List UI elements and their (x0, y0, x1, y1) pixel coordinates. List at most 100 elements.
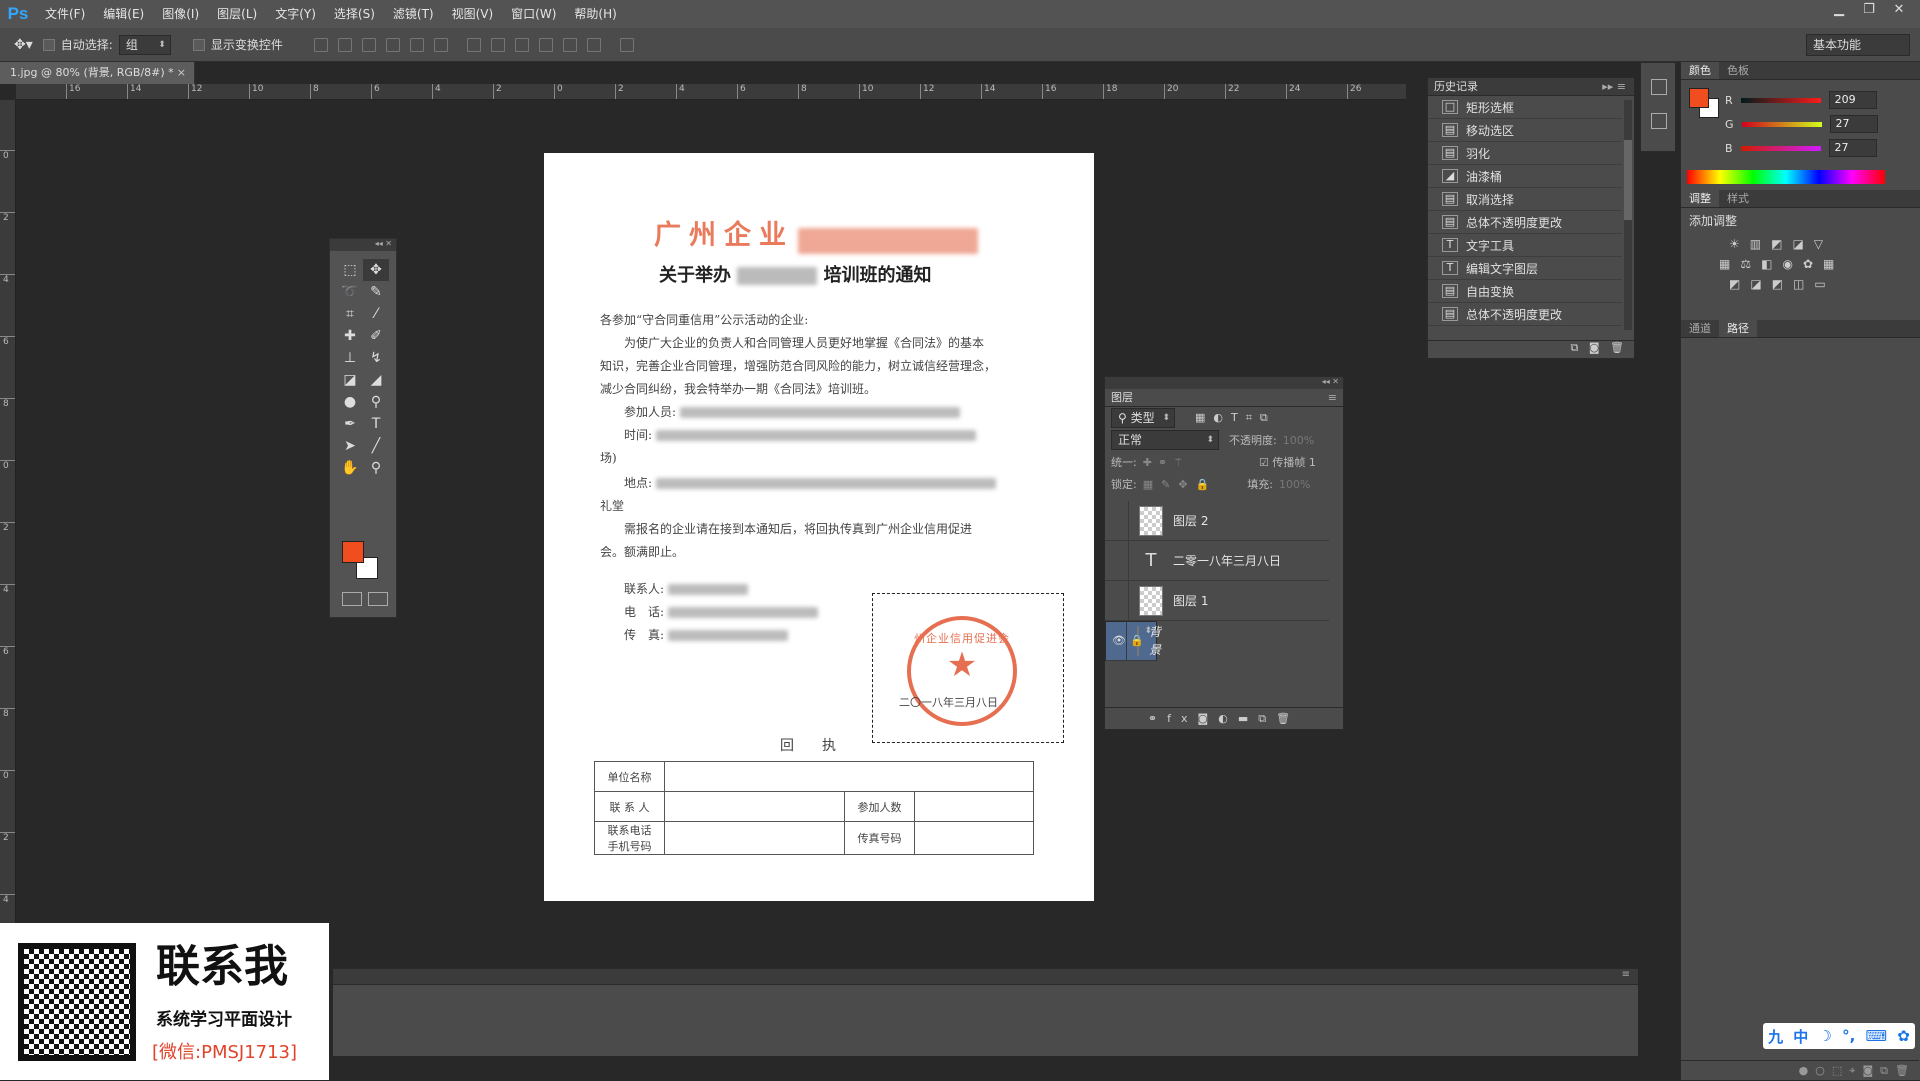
move-tool-icon[interactable]: ✥▾ (14, 37, 33, 53)
blend-mode-dropdown[interactable]: 正常 (1111, 430, 1219, 450)
tab-styles[interactable]: 样式 (1719, 190, 1757, 207)
foreground-color-swatch[interactable] (342, 541, 364, 563)
distribute-left-icon[interactable] (538, 37, 553, 52)
tab-channels[interactable]: 通道 (1681, 320, 1719, 337)
visibility-eye-icon[interactable] (1105, 540, 1129, 581)
tools-panel-header[interactable]: ◂◂ ✕ (330, 239, 396, 251)
threshold-icon[interactable]: ◩ (1772, 277, 1793, 291)
stroke-path-icon[interactable]: ○ (1815, 1064, 1825, 1077)
lock-icons[interactable]: ▦✎✥🔒 (1143, 478, 1218, 491)
exposure-icon[interactable]: ◪ (1792, 237, 1813, 251)
fill-input[interactable]: 100% (1279, 478, 1310, 491)
ime-button[interactable]: ⌨ (1865, 1027, 1887, 1045)
menu-item-1[interactable]: 编辑(E) (94, 0, 153, 28)
make-path-icon[interactable]: ⌖ (1849, 1064, 1855, 1077)
dodge-tool-icon[interactable]: ⚲ (363, 391, 389, 413)
green-value-input[interactable]: 27 (1829, 115, 1878, 133)
auto-align-icon[interactable] (619, 37, 634, 52)
load-selection-icon[interactable]: ⬚ (1832, 1064, 1842, 1077)
eyedropper-icon[interactable]: ⁄ (363, 303, 389, 325)
new-document-icon[interactable]: ⧉ (1570, 341, 1578, 354)
menu-item-0[interactable]: 文件(F) (36, 0, 94, 28)
history-item[interactable]: ▤ 总体不透明度更改 (1428, 211, 1622, 234)
minimize-button[interactable]: ▁ (1824, 0, 1854, 20)
tab-adjustments[interactable]: 调整 (1681, 190, 1719, 207)
path-select-icon[interactable]: ➤ (337, 435, 363, 457)
visibility-eye-icon[interactable]: 👁 (1112, 621, 1127, 661)
layer-filter-dropdown[interactable]: ⚲ 类型 (1111, 408, 1175, 428)
new-group-icon[interactable]: ▬ (1238, 712, 1258, 725)
blue-slider[interactable] (1740, 145, 1821, 151)
menu-item-3[interactable]: 图层(L) (208, 0, 266, 28)
align-right-icon[interactable] (433, 37, 448, 52)
channel-mixer-icon[interactable]: ✿ (1803, 257, 1823, 271)
layer-row[interactable]: 图层 1 (1105, 580, 1329, 621)
auto-select-checkbox[interactable] (42, 38, 55, 51)
history-item[interactable]: T 文字工具 (1428, 234, 1622, 257)
panel-menu-icon[interactable]: ≡ (1328, 389, 1337, 407)
show-transform-checkbox[interactable] (192, 38, 205, 51)
distribute-vcenter-icon[interactable] (490, 37, 505, 52)
red-value-input[interactable]: 209 (1828, 91, 1877, 109)
filter-icons[interactable]: ▦◐T⌗⧉ (1195, 411, 1276, 425)
distribute-hcenter-icon[interactable] (562, 37, 577, 52)
photo-filter-icon[interactable]: ◉ (1782, 257, 1802, 271)
visibility-eye-icon[interactable] (1105, 500, 1129, 541)
curves-icon[interactable]: ◩ (1771, 237, 1792, 251)
distribute-right-icon[interactable] (586, 37, 601, 52)
history-item[interactable]: ▤ 自由变换 (1428, 280, 1622, 303)
paint-bucket-icon[interactable]: ◢ (363, 369, 389, 391)
ime-toolbar[interactable]: 九中 ☽ °, ⌨ ✿ (1763, 1023, 1915, 1049)
blur-tool-icon[interactable]: ● (337, 391, 363, 413)
panel-menu-icon[interactable]: ≡ (333, 969, 1638, 985)
marquee-tool-icon[interactable]: ⬚ (337, 259, 363, 281)
properties-panel-icon[interactable] (1651, 113, 1667, 129)
type-tool-icon[interactable]: T (363, 413, 389, 435)
move-tool-icon[interactable]: ✥ (363, 259, 389, 281)
gradient-map-icon[interactable]: ▭ (1814, 277, 1835, 291)
history-item[interactable]: ▤ 取消选择 (1428, 188, 1622, 211)
ime-button[interactable]: 九 (1768, 1026, 1783, 1047)
zoom-tool-icon[interactable]: ⚲ (363, 457, 389, 479)
add-mask-icon[interactable]: ◙ (1198, 712, 1219, 725)
history-panel-icon[interactable] (1651, 79, 1667, 95)
layer-row[interactable]: 图层 2 (1105, 500, 1329, 541)
foreground-color-swatch[interactable] (1689, 88, 1709, 108)
layer-row[interactable]: T 二零一八年三月八日 (1105, 540, 1329, 581)
layer-row[interactable]: 👁 背景 🔒 (1105, 621, 1161, 661)
menu-item-5[interactable]: 选择(S) (325, 0, 384, 28)
restore-button[interactable]: ❐ (1854, 0, 1884, 20)
align-vcenter-icon[interactable] (337, 37, 352, 52)
red-slider[interactable] (1740, 97, 1821, 103)
align-hcenter-icon[interactable] (409, 37, 424, 52)
history-item[interactable]: ▤ 羽化 (1428, 142, 1622, 165)
brush-tool-icon[interactable]: ✐ (363, 325, 389, 347)
distribute-bottom-icon[interactable] (514, 37, 529, 52)
history-item[interactable]: ▤ 移动选区 (1428, 119, 1622, 142)
pen-tool-icon[interactable]: ✒ (337, 413, 363, 435)
opacity-input[interactable]: 100% (1283, 434, 1314, 447)
document-tab[interactable]: 1.jpg @ 80% (背景, RGB/8#) * × (0, 62, 195, 84)
screen-mode-icon[interactable] (368, 592, 388, 606)
trash-icon[interactable]: 🗑 (1610, 341, 1624, 354)
history-item[interactable]: T 编辑文字图层 (1428, 257, 1622, 280)
line-tool-icon[interactable]: ╱ (363, 435, 389, 457)
menu-item-7[interactable]: 视图(V) (443, 0, 503, 28)
adjustment-layer-icon[interactable]: ◐ (1218, 712, 1238, 725)
levels-icon[interactable]: ▥ (1750, 237, 1771, 251)
propagate-checkbox[interactable]: ☑ 传播帧 1 (1259, 454, 1316, 470)
menu-item-6[interactable]: 滤镜(T) (384, 0, 443, 28)
eraser-tool-icon[interactable]: ◪ (337, 369, 363, 391)
delete-layer-icon[interactable]: 🗑 (1276, 712, 1300, 725)
ime-button[interactable]: 中 (1793, 1026, 1808, 1047)
layer-style-icon[interactable]: fx (1167, 712, 1197, 725)
vibrance-icon[interactable]: ▽ (1814, 237, 1833, 251)
color-spectrum-ramp[interactable] (1687, 170, 1885, 184)
fill-path-icon[interactable]: ● (1799, 1064, 1809, 1077)
align-bottom-icon[interactable] (361, 37, 376, 52)
history-item[interactable]: □ 矩形选框 (1428, 96, 1622, 119)
hand-tool-icon[interactable]: ✋ (337, 457, 363, 479)
ime-button[interactable]: °, (1842, 1027, 1855, 1045)
menu-item-9[interactable]: 帮助(H) (565, 0, 625, 28)
distribute-top-icon[interactable] (466, 37, 481, 52)
